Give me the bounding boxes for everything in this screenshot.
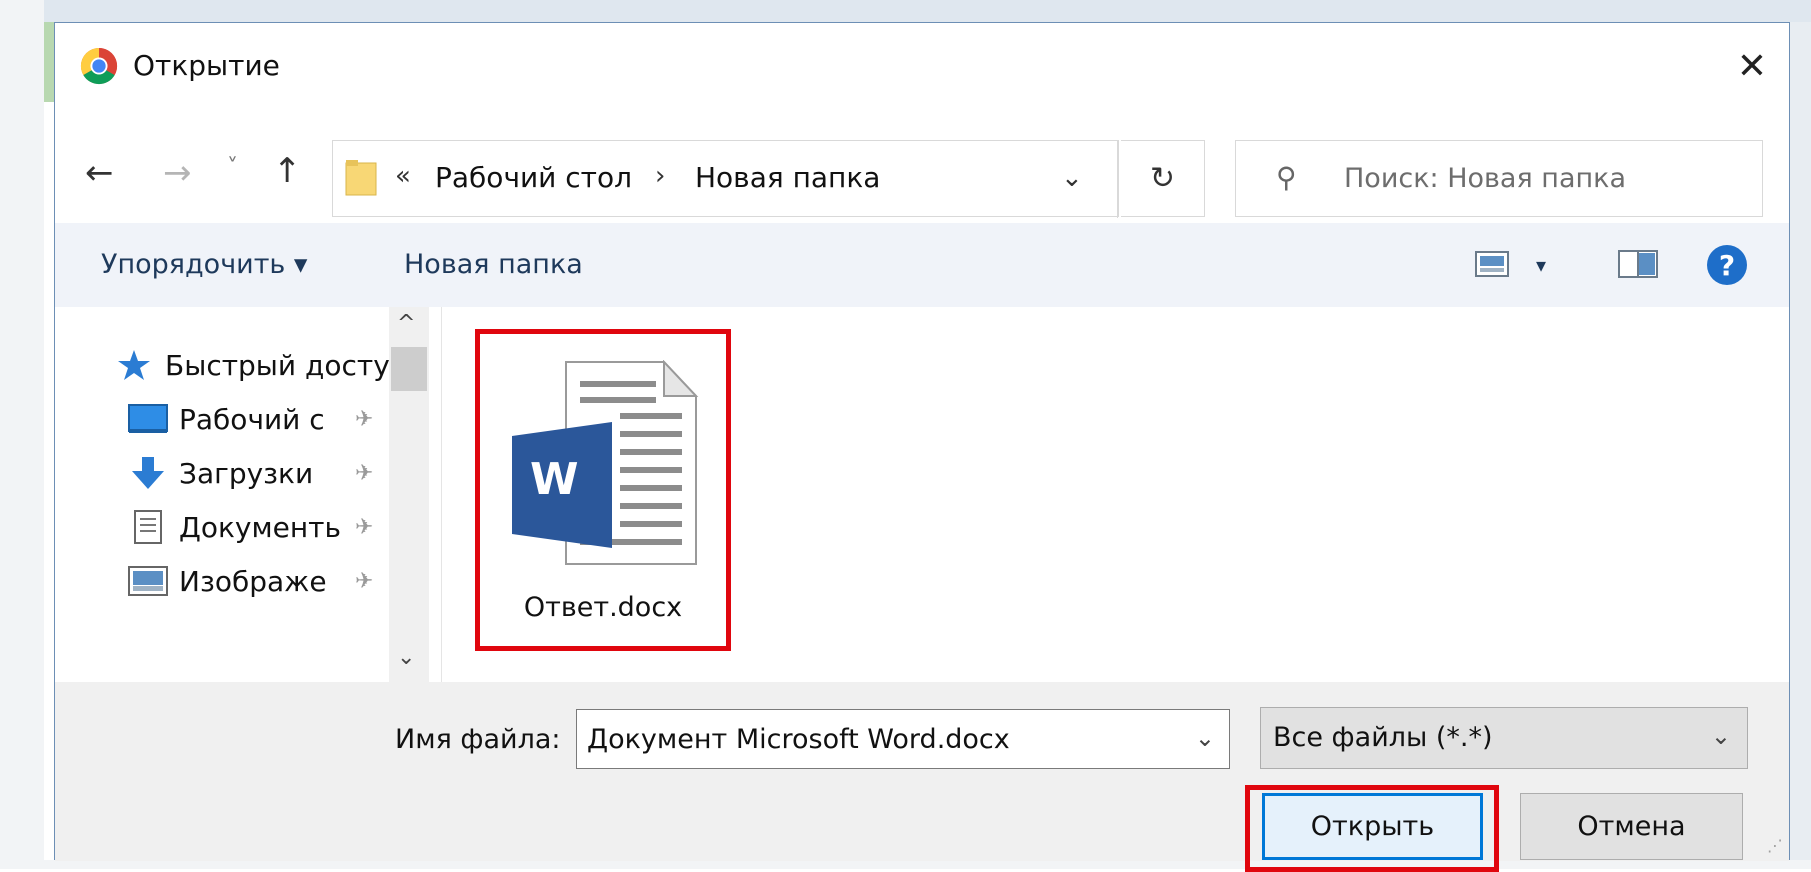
pin-icon: ✈ [355,515,374,540]
recent-locations-chevron-icon[interactable]: ˅ [227,155,238,180]
sidebar-item-label: Рабочий с [179,402,325,436]
sidebar-item-label: Быстрый досту [165,348,390,382]
dialog-title: Открытие [133,49,280,82]
open-button[interactable]: Открыть [1262,793,1483,860]
resize-grip-icon[interactable]: ⋰ [1767,836,1783,855]
back-arrow-icon[interactable]: ← [85,153,114,193]
chrome-icon [80,47,118,85]
search-placeholder: Поиск: Новая папка [1344,163,1627,194]
command-toolbar: Упорядочить ▾ Новая папка ▾ ? [55,223,1789,307]
pin-icon: ✈ [355,461,374,486]
pin-icon: ✈ [355,407,374,432]
scroll-down-icon[interactable]: ⌄ [397,645,415,670]
filetype-select[interactable]: Все файлы (*.*) ⌄ [1260,707,1748,769]
forward-arrow-icon[interactable]: → [163,153,192,193]
pin-icon: ✈ [355,569,374,594]
filename-field[interactable]: Документ Microsoft Word.docx ⌄ [576,709,1230,769]
document-icon [127,509,169,545]
address-divider [1117,141,1118,218]
navigation-pane: Быстрый досту Рабочий с ✈ Загрузки ✈ Док… [55,307,429,682]
filetype-dropdown-icon[interactable]: ⌄ [1711,722,1731,750]
word-letter: W [530,454,579,505]
bottom-panel: Имя файла: Документ Microsoft Word.docx … [55,682,1789,872]
desktop-icon [127,401,169,437]
view-options-icon[interactable] [1475,249,1509,279]
breadcrumb-new-folder[interactable]: Новая папка [695,161,880,194]
filetype-value: Все файлы (*.*) [1273,722,1493,753]
address-dropdown-icon[interactable]: ⌄ [1061,163,1083,193]
folder-icon [345,160,377,196]
background-window-accent [44,22,54,102]
star-icon [113,347,155,383]
breadcrumb-separator-icon[interactable]: › [655,161,665,191]
file-name: Ответ.docx [523,592,683,623]
background-window-right [1790,22,1811,869]
file-item[interactable]: W Ответ.docx [475,329,731,651]
preview-pane-icon[interactable] [1618,249,1658,279]
pictures-icon [127,563,169,599]
navigation-scrollbar[interactable]: ^ ⌄ [389,307,429,682]
address-bar[interactable]: « Рабочий стол › Новая папка ⌄ [332,140,1119,218]
search-icon: ⚲ [1276,161,1297,194]
organize-button[interactable]: Упорядочить ▾ [101,249,307,280]
sidebar-item-quick-access[interactable]: Быстрый досту [113,347,390,383]
background-window-bottom [44,860,1811,869]
background-window-top [44,0,1811,22]
title-bar: Открытие ✕ [55,23,1789,113]
scrollbar-thumb[interactable] [391,347,427,391]
sidebar-item-desktop[interactable]: Рабочий с [127,401,325,437]
sidebar-item-documents[interactable]: Документь [127,509,341,545]
navigation-row: ← → ˅ ↑ « Рабочий стол › Новая папка ⌄ ↻… [55,113,1789,223]
filename-label: Имя файла: [395,724,561,755]
new-folder-button[interactable]: Новая папка [404,249,583,280]
sidebar-item-downloads[interactable]: Загрузки [127,455,313,491]
breadcrumb-desktop[interactable]: Рабочий стол [435,161,632,194]
file-list: W Ответ.docx [441,307,1791,682]
close-button[interactable]: ✕ [1729,43,1775,89]
download-icon [127,455,169,491]
breadcrumb-overflow-icon[interactable]: « [395,161,411,191]
up-arrow-icon[interactable]: ↑ [273,151,302,191]
sidebar-item-pictures[interactable]: Изображе [127,563,327,599]
cancel-button[interactable]: Отмена [1520,793,1743,860]
help-icon[interactable]: ? [1707,245,1747,285]
view-dropdown-icon[interactable]: ▾ [1536,253,1546,277]
sidebar-item-label: Документь [179,510,341,544]
open-file-dialog: Открытие ✕ ← → ˅ ↑ « Рабочий стол › Нова… [54,22,1791,872]
sidebar-item-label: Загрузки [179,456,314,490]
refresh-button[interactable]: ↻ [1121,140,1205,217]
sidebar-item-label: Изображе [179,564,327,598]
background-window-left [0,0,44,869]
search-input[interactable]: ⚲ Поиск: Новая папка [1235,140,1763,217]
filename-dropdown-icon[interactable]: ⌄ [1195,724,1215,752]
scroll-up-icon[interactable]: ^ [397,311,415,336]
filename-value: Документ Microsoft Word.docx [587,724,1010,755]
